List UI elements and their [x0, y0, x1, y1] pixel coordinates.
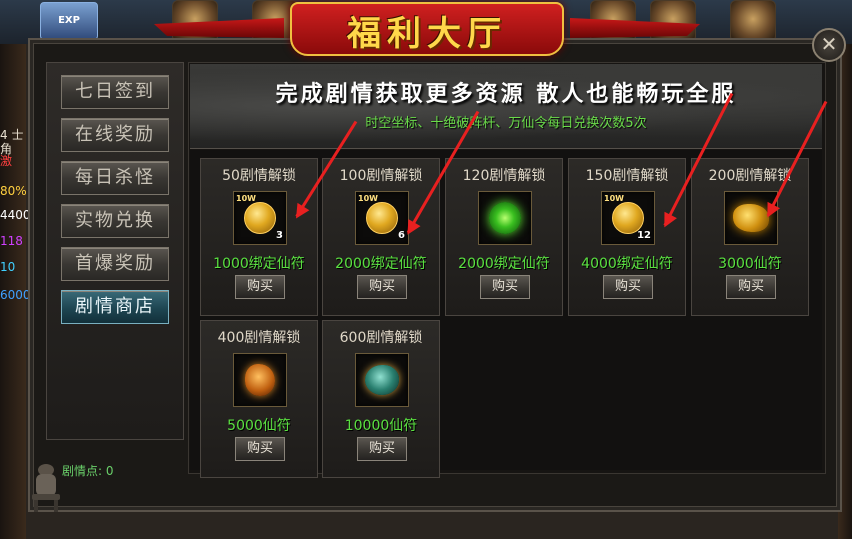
- hud-value: 10: [0, 260, 16, 274]
- skill-icon[interactable]: [730, 0, 776, 42]
- shop-item-card: 200剧情解锁 3000仙符 购买: [691, 158, 809, 316]
- item-slot[interactable]: [355, 353, 409, 407]
- item-price: 10000仙符: [344, 418, 418, 434]
- item-slot[interactable]: [478, 191, 532, 245]
- sidebar-item-online-reward[interactable]: 在线奖励: [61, 118, 169, 152]
- buy-button[interactable]: 购买: [235, 437, 285, 461]
- unlock-requirement: 100剧情解锁: [339, 168, 423, 184]
- item-price: 2000绑定仙符: [458, 256, 550, 272]
- shop-item-card: 50剧情解锁 10W 3 1000绑定仙符 购买: [200, 158, 318, 316]
- item-price: 1000绑定仙符: [213, 256, 305, 272]
- stone-banner: 完成剧情获取更多资源 散人也能畅玩全服 时空坐标、十绝破阵杆、万仙令每日兑换次数…: [190, 64, 822, 149]
- orange-ore-icon: [245, 364, 275, 396]
- item-price: 4000绑定仙符: [581, 256, 673, 272]
- banner-subtitle: 时空坐标、十绝破阵杆、万仙令每日兑换次数5次: [365, 116, 647, 131]
- plot-points-counter: 剧情点: 0: [62, 464, 114, 478]
- shop-item-card: 600剧情解锁 10000仙符 购买: [322, 320, 440, 478]
- close-button[interactable]: ✕: [812, 28, 846, 62]
- title-banner: 福利大厅: [154, 2, 700, 56]
- hud-value: 118: [0, 234, 23, 248]
- unlock-requirement: 600剧情解锁: [339, 330, 423, 346]
- buy-button[interactable]: 购买: [357, 437, 407, 461]
- hud-value: 6000: [0, 288, 31, 302]
- item-slot[interactable]: 10W 12: [601, 191, 655, 245]
- shop-item-card: 100剧情解锁 10W 6 2000绑定仙符 购买: [322, 158, 440, 316]
- unlock-requirement: 50剧情解锁: [222, 168, 296, 184]
- gold-coin-icon: [366, 202, 398, 234]
- coin-label: 10W: [604, 194, 624, 203]
- hud-value: 80%: [0, 184, 27, 198]
- item-count: 12: [637, 230, 651, 241]
- shop-item-card: 120剧情解锁 2000绑定仙符 购买: [445, 158, 563, 316]
- exp-icon[interactable]: EXP: [40, 2, 98, 40]
- coin-label: 10W: [236, 194, 256, 203]
- coin-label: 10W: [358, 194, 378, 203]
- buy-button[interactable]: 购买: [235, 275, 285, 299]
- hud-value: 4 士角: [0, 128, 24, 156]
- sidebar-item-first-drop-reward[interactable]: 首爆奖励: [61, 247, 169, 281]
- window-title: 福利大厅: [347, 14, 507, 54]
- unlock-requirement: 150剧情解锁: [585, 168, 669, 184]
- item-slot[interactable]: 10W 6: [355, 191, 409, 245]
- left-hud-strip: 4 士角 激 80% 4400 118 10 6000: [0, 44, 31, 539]
- unlock-requirement: 120剧情解锁: [462, 168, 546, 184]
- unlock-requirement: 400剧情解锁: [217, 330, 301, 346]
- item-price: 3000仙符: [718, 256, 782, 272]
- buy-button[interactable]: 购买: [480, 275, 530, 299]
- buy-button[interactable]: 购买: [726, 275, 776, 299]
- sidebar-item-seven-day-signin[interactable]: 七日签到: [61, 75, 169, 109]
- teal-stone-icon: [365, 365, 399, 395]
- gold-coin-icon: [244, 202, 276, 234]
- hud-value: 4400: [0, 208, 31, 222]
- item-price: 5000仙符: [227, 418, 291, 434]
- sidebar-item-plot-shop[interactable]: 剧情商店: [61, 290, 169, 324]
- shop-item-card: 150剧情解锁 10W 12 4000绑定仙符 购买: [568, 158, 686, 316]
- item-slot[interactable]: 10W 3: [233, 191, 287, 245]
- buy-button[interactable]: 购买: [603, 275, 653, 299]
- sidebar-item-item-exchange[interactable]: 实物兑换: [61, 204, 169, 238]
- buy-button[interactable]: 购买: [357, 275, 407, 299]
- item-slot[interactable]: [233, 353, 287, 407]
- shop-item-card: 400剧情解锁 5000仙符 购买: [200, 320, 318, 478]
- sidebar-item-daily-kill[interactable]: 每日杀怪: [61, 161, 169, 195]
- green-orb-icon: [489, 202, 521, 234]
- incense-burner-icon: [32, 464, 60, 512]
- sidebar: 七日签到 在线奖励 每日杀怪 实物兑换 首爆奖励 剧情商店: [46, 62, 184, 440]
- item-price: 2000绑定仙符: [335, 256, 427, 272]
- close-icon: ✕: [820, 32, 838, 56]
- hud-value: 激: [0, 154, 13, 168]
- item-count: 3: [276, 230, 283, 241]
